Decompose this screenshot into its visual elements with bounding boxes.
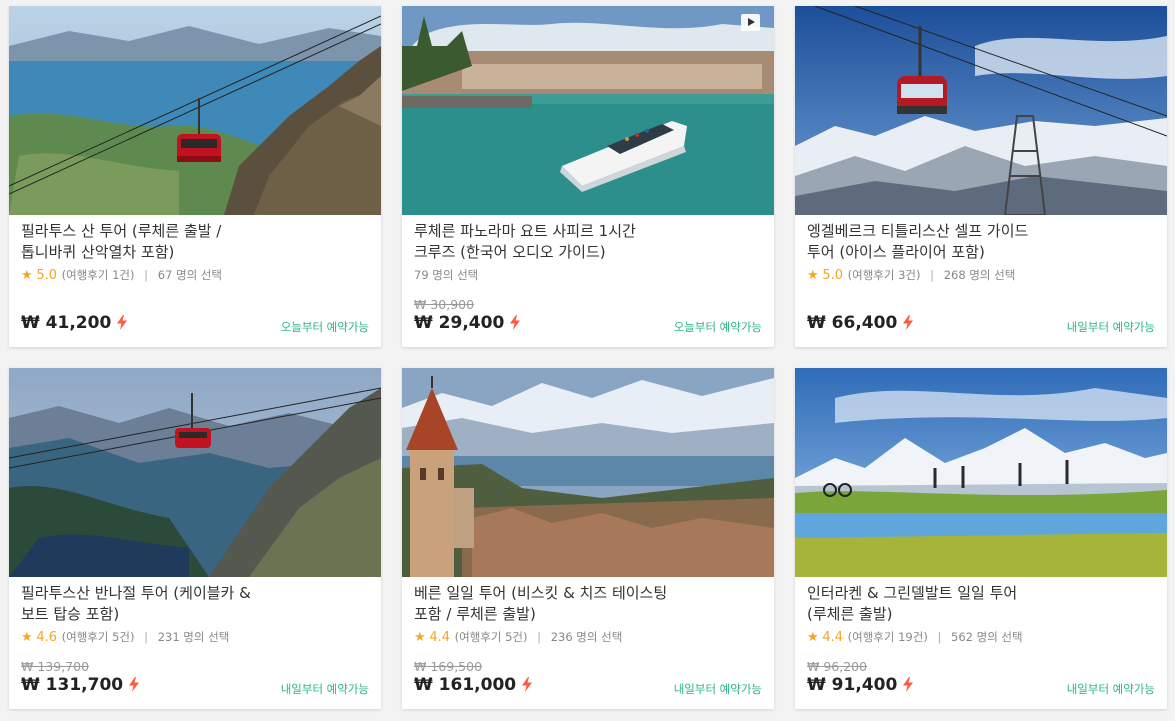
price-value: ₩ 161,000 (414, 675, 517, 695)
instant-booking-bolt-icon (117, 315, 128, 330)
rating-value: 5.0 (36, 268, 57, 283)
product-card[interactable]: 필라투스산 반나절 투어 (케이블카 & 보트 탑승 포함) ★ 4.6 (여행… (9, 368, 381, 709)
product-card[interactable]: 필라투스 산 투어 (루체른 출발 / 톱니바퀴 산악열차 포함) ★ 5.0 … (9, 6, 381, 347)
star-icon: ★ (414, 630, 426, 645)
instant-booking-bolt-icon (522, 677, 533, 692)
separator: | (537, 630, 542, 644)
lucerne-yacht-photo[interactable] (402, 6, 774, 215)
price: ₩ 131,700 (21, 675, 140, 695)
rating-info: 79 명의 선택 (414, 267, 478, 283)
instant-booking-bolt-icon (903, 315, 914, 330)
chosen-count: 268 명의 선택 (943, 268, 1016, 282)
price: ₩ 66,400 (807, 313, 914, 333)
availability-label: 오늘부터 예약가능 (280, 320, 369, 334)
tour-title[interactable]: 인터라켄 & 그린델발트 일일 투어 (루체른 출발) (807, 583, 1147, 625)
thun-castle-town-photo[interactable] (402, 368, 774, 577)
product-card[interactable]: 루체른 파노라마 요트 사피르 1시간 크루즈 (한국어 오디오 가이드) 79… (402, 6, 774, 347)
chosen-count: 67 명의 선택 (157, 268, 222, 282)
original-price: ₩ 96,200 (807, 659, 868, 674)
review-count: (여행후기 5건) (454, 630, 528, 644)
tour-title[interactable]: 엥겔베르크 티틀리스산 셀프 가이드 투어 (아이스 플라이어 포함) (807, 221, 1147, 263)
star-icon: ★ (21, 630, 33, 645)
tour-title[interactable]: 루체른 파노라마 요트 사피르 1시간 크루즈 (한국어 오디오 가이드) (414, 221, 754, 263)
price-value: ₩ 41,200 (21, 313, 112, 333)
price: ₩ 161,000 (414, 675, 533, 695)
review-count: (여행후기 1건) (61, 268, 135, 282)
price-value: ₩ 91,400 (807, 675, 898, 695)
pilatus-half-day-photo[interactable] (9, 368, 381, 577)
separator: | (937, 630, 942, 644)
tour-title[interactable]: 필라투스 산 투어 (루체른 출발 / 톱니바퀴 산악열차 포함) (21, 221, 361, 263)
rating-value: 4.4 (822, 630, 843, 645)
product-card[interactable]: 엥겔베르크 티틀리스산 셀프 가이드 투어 (아이스 플라이어 포함) ★ 5.… (795, 6, 1167, 347)
review-count: (여행후기 19건) (847, 630, 928, 644)
rating-value: 4.6 (36, 630, 57, 645)
rating-info: ★ 4.4 (여행후기 19건) | 562 명의 선택 (807, 629, 1023, 645)
price: ₩ 41,200 (21, 313, 128, 333)
price-value: ₩ 131,700 (21, 675, 124, 695)
chosen-count: 231 명의 선택 (157, 630, 230, 644)
rating-value: 4.4 (429, 630, 450, 645)
tour-title[interactable]: 필라투스산 반나절 투어 (케이블카 & 보트 탑승 포함) (21, 583, 361, 625)
chosen-count: 79 명의 선택 (414, 268, 479, 282)
star-icon: ★ (807, 630, 819, 645)
titlis-rotair-gondola-photo[interactable] (795, 6, 1167, 215)
availability-label: 내일부터 예약가능 (673, 682, 762, 696)
instant-booking-bolt-icon (903, 677, 914, 692)
product-card[interactable]: 베른 일일 투어 (비스킷 & 치즈 테이스팅 포함 / 루체른 출발) ★ 4… (402, 368, 774, 709)
price: ₩ 91,400 (807, 675, 914, 695)
rating-value: 5.0 (822, 268, 843, 283)
rating-info: ★ 4.4 (여행후기 5건) | 236 명의 선택 (414, 629, 622, 645)
availability-label: 내일부터 예약가능 (280, 682, 369, 696)
rating-info: ★ 5.0 (여행후기 1건) | 67 명의 선택 (21, 267, 222, 283)
separator: | (930, 268, 935, 282)
review-count: (여행후기 3건) (847, 268, 921, 282)
availability-label: 오늘부터 예약가능 (673, 320, 762, 334)
price-value: ₩ 66,400 (807, 313, 898, 333)
availability-label: 내일부터 예약가능 (1066, 320, 1155, 334)
chosen-count: 236 명의 선택 (550, 630, 623, 644)
star-icon: ★ (807, 268, 819, 283)
availability-label: 내일부터 예약가능 (1066, 682, 1155, 696)
price-value: ₩ 29,400 (414, 313, 505, 333)
chosen-count: 562 명의 선택 (951, 630, 1023, 644)
rating-info: ★ 4.6 (여행후기 5건) | 231 명의 선택 (21, 629, 229, 645)
grindelwald-hikers-photo[interactable] (795, 368, 1167, 577)
original-price: ₩ 169,500 (414, 659, 483, 674)
product-card[interactable]: 인터라켄 & 그린델발트 일일 투어 (루체른 출발) ★ 4.4 (여행후기 … (795, 368, 1167, 709)
star-icon: ★ (21, 268, 33, 283)
separator: | (144, 268, 149, 282)
original-price: ₩ 30,900 (414, 297, 475, 312)
play-icon[interactable] (741, 14, 760, 31)
pilatus-cable-car-lake-photo[interactable] (9, 6, 381, 215)
tour-title[interactable]: 베른 일일 투어 (비스킷 & 치즈 테이스팅 포함 / 루체른 출발) (414, 583, 754, 625)
instant-booking-bolt-icon (129, 677, 140, 692)
rating-info: ★ 5.0 (여행후기 3건) | 268 명의 선택 (807, 267, 1015, 283)
separator: | (144, 630, 149, 644)
review-count: (여행후기 5건) (61, 630, 135, 644)
instant-booking-bolt-icon (510, 315, 521, 330)
price: ₩ 29,400 (414, 313, 521, 333)
original-price: ₩ 139,700 (21, 659, 90, 674)
